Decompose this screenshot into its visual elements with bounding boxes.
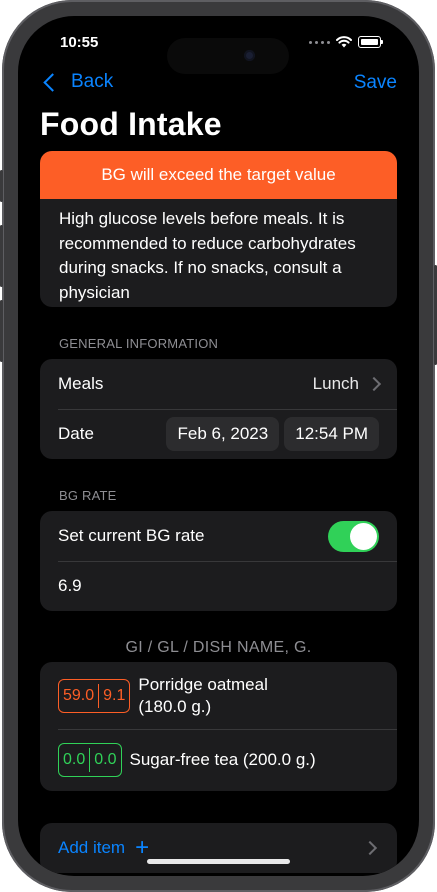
warning-message: High glucose levels before meals. It is … <box>59 209 356 302</box>
dish-name: Sugar-free tea (200.0 g.) <box>129 750 316 769</box>
meals-label: Meals <box>58 374 104 393</box>
time-picker[interactable]: 12:54 PM <box>284 417 379 451</box>
status-icons <box>309 36 383 48</box>
side-button-volume-down <box>0 300 3 362</box>
gi-gl-badge: 0.0 0.0 <box>58 743 122 777</box>
back-button[interactable]: Back <box>40 71 113 93</box>
gl-value: 0.0 <box>94 751 117 768</box>
bg-rate-value: 6.9 <box>58 576 82 595</box>
general-section-label: GENERAL INFORMATION <box>59 336 219 351</box>
dishes-header: GI / GL / DISH NAME, G. <box>125 639 312 656</box>
date-row: Date Feb 6, 2023 12:54 PM <box>40 409 397 459</box>
meals-row[interactable]: Meals Lunch <box>40 359 397 409</box>
bg-section-label: BG RATE <box>59 488 117 503</box>
bg-rate-row[interactable]: 6.9 <box>40 561 397 611</box>
dish-name: Porridge oatmeal <box>138 674 268 694</box>
warning-card: BG will exceed the target value High glu… <box>40 151 397 307</box>
chevron-right-icon <box>362 840 378 856</box>
battery-icon <box>358 36 383 48</box>
add-item-card[interactable]: Add item + <box>40 823 397 873</box>
date-label: Date <box>58 424 94 443</box>
gi-gl-badge: 59.0 9.1 <box>58 678 131 713</box>
side-button-mute <box>0 170 3 202</box>
chevron-right-icon <box>366 376 382 392</box>
home-indicator[interactable] <box>147 859 290 864</box>
bg-rate-toggle[interactable] <box>328 520 379 552</box>
general-card: Meals Lunch Date Feb 6, 2023 12:54 PM <box>40 359 397 459</box>
chevron-left-icon <box>43 72 62 92</box>
back-label: Back <box>71 71 114 92</box>
add-item-label: Add item <box>58 838 126 857</box>
warning-banner: BG will exceed the target value <box>40 151 397 199</box>
save-button[interactable]: Save <box>354 72 397 94</box>
bg-toggle-label: Set current BG rate <box>58 526 205 545</box>
gl-value: 9.1 <box>103 686 126 704</box>
status-time: 10:55 <box>60 34 99 51</box>
plus-icon: + <box>135 834 150 861</box>
dish-weight: (180.0 g.) <box>138 696 212 716</box>
dish-row[interactable]: 0.0 0.0 Sugar-free tea (200.0 g.) <box>40 729 397 791</box>
bg-card: Set current BG rate 6.9 <box>40 511 397 611</box>
date-picker[interactable]: Feb 6, 2023 <box>166 417 280 451</box>
side-button-volume-up <box>0 225 3 287</box>
camera-icon <box>244 50 255 61</box>
dishes-card: 59.0 9.1 Porridge oatmeal (180.0 g.) 0.0… <box>40 662 397 791</box>
cellular-signal-icon <box>309 40 330 44</box>
meals-value: Lunch <box>312 374 359 393</box>
screen: 10:55 Back Save Food Intake BG will exce… <box>18 16 419 876</box>
wifi-icon <box>336 36 352 48</box>
page-title: Food Intake <box>40 106 222 142</box>
bg-toggle-row: Set current BG rate <box>40 511 397 561</box>
gi-value: 0.0 <box>63 751 86 768</box>
dynamic-island <box>167 38 289 74</box>
add-item-button[interactable]: Add item + <box>40 823 397 873</box>
dish-row[interactable]: 59.0 9.1 Porridge oatmeal (180.0 g.) <box>40 662 397 729</box>
gi-value: 59.0 <box>63 686 95 704</box>
